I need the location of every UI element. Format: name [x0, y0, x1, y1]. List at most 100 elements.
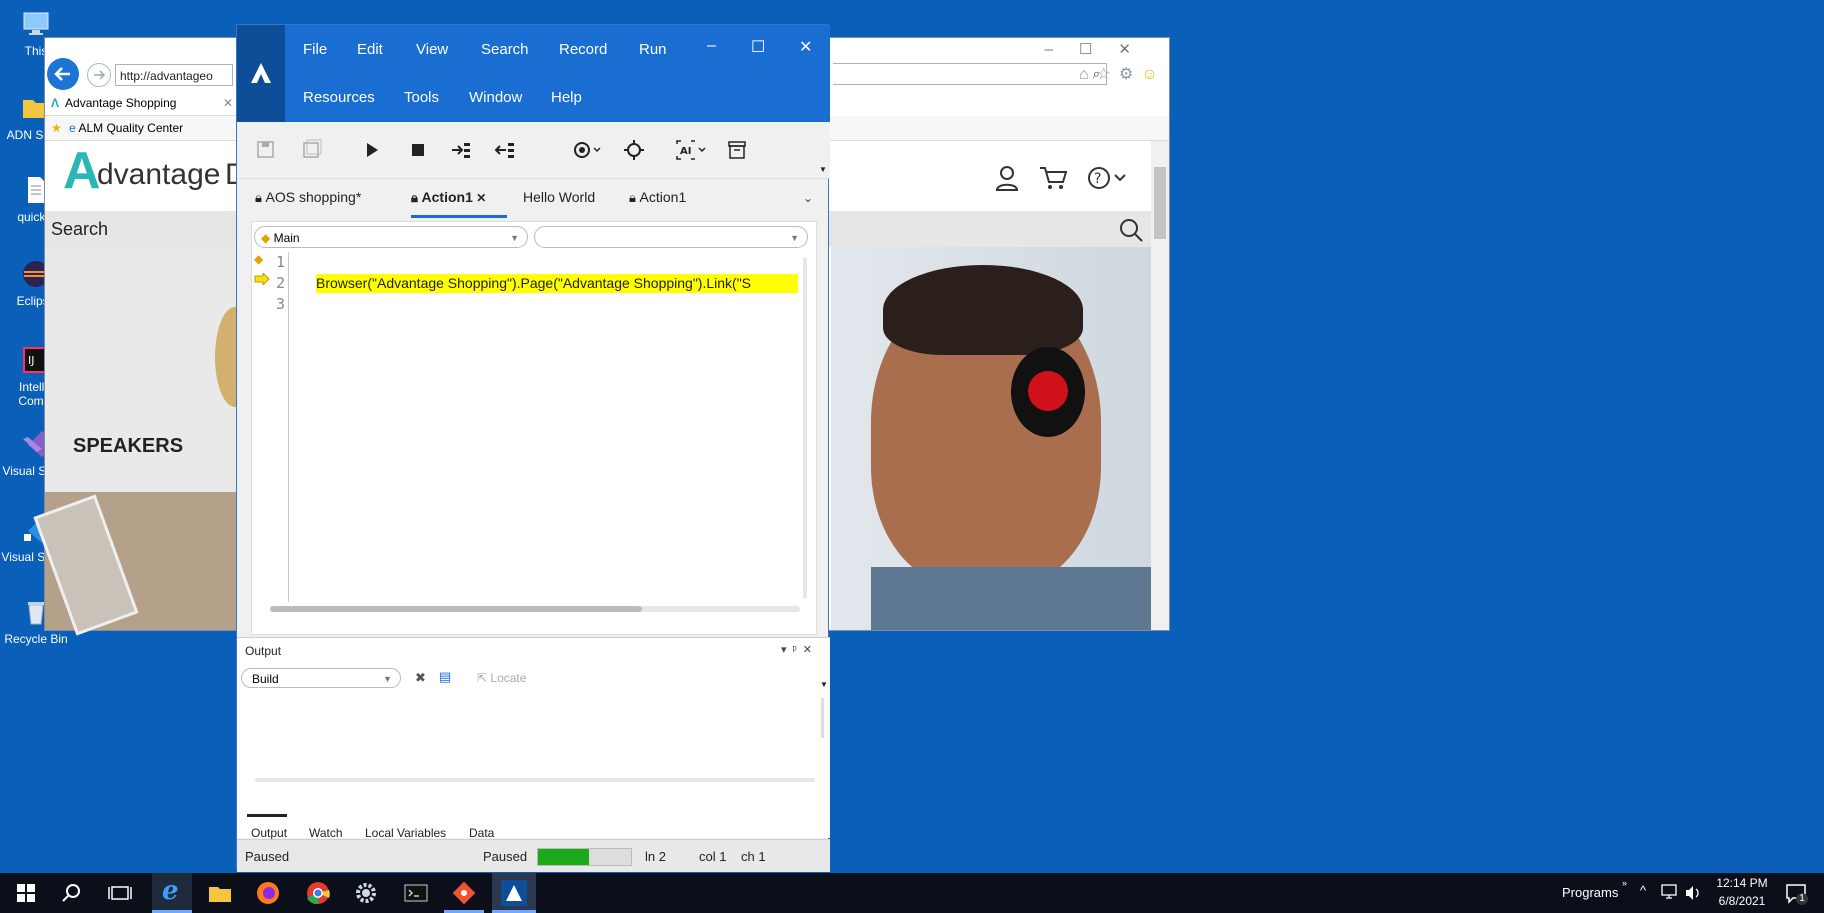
scope-dropdown[interactable]: ◆ Main ▼	[254, 226, 528, 248]
menu-edit[interactable]: Edit	[357, 41, 383, 58]
status-left: Paused	[245, 849, 290, 864]
build-select[interactable]: Build ▼	[241, 668, 401, 688]
menu-run[interactable]: Run	[639, 41, 667, 58]
close-icon[interactable]: ✕	[803, 644, 818, 656]
taskbar-git[interactable]	[444, 873, 484, 913]
record-mode-icon[interactable]	[571, 139, 605, 161]
toolbar-overflow-icon[interactable]: ▼	[819, 165, 827, 174]
chevron-expand-icon[interactable]: »	[1622, 878, 1627, 888]
tabs-overflow-icon[interactable]: ⌄	[803, 191, 813, 205]
run-icon[interactable]	[359, 139, 385, 161]
code-line-2[interactable]: Browser("Advantage Shopping").Page("Adva…	[316, 274, 798, 293]
output-hscroll[interactable]	[255, 778, 815, 782]
document-tab[interactable]: Hello World	[523, 189, 595, 205]
home-icon[interactable]: ⌂	[1079, 66, 1097, 83]
save-all-icon[interactable]	[299, 139, 325, 161]
clock-date[interactable]: 6/8/2021	[1714, 894, 1770, 908]
step-out-icon[interactable]	[493, 139, 519, 161]
editor-hscroll[interactable]	[270, 606, 800, 612]
output-tab-output[interactable]: Output	[251, 826, 287, 840]
taskbar-ie[interactable]: e	[152, 873, 192, 913]
output-tab-local-variables[interactable]: Local Variables	[365, 826, 446, 840]
git-icon	[452, 881, 476, 905]
pin-icon[interactable]: ᵖ	[793, 644, 803, 656]
menu-search[interactable]: Search	[481, 41, 529, 58]
site-logo-letter[interactable]: A	[63, 141, 101, 201]
clock-time[interactable]: 12:14 PM	[1714, 876, 1770, 890]
tab-close-icon[interactable]: ✕	[223, 91, 233, 115]
terminal-icon[interactable]	[402, 879, 430, 907]
save-icon[interactable]	[253, 139, 279, 161]
output-tab-data[interactable]: Data	[469, 826, 494, 840]
address-bar-right[interactable]: ⌕	[833, 63, 1107, 85]
document-tab[interactable]: 🔒︎ AOS shopping*	[255, 189, 361, 206]
taskbar: e Programs » ^ 12:14 PM 6/8/2021 1	[0, 873, 1824, 913]
output-window-icon[interactable]: ▤	[439, 669, 451, 685]
editor-hscroll-thumb[interactable]	[270, 606, 642, 612]
firefox-icon[interactable]	[254, 879, 282, 907]
menu-file[interactable]: File	[303, 41, 327, 58]
document-tab[interactable]: 🔒︎ Action1	[629, 189, 686, 206]
star-icon[interactable]: ☆	[1097, 66, 1119, 83]
status-ch: ch 1	[741, 849, 766, 864]
smiley-icon[interactable]: ☺	[1141, 66, 1165, 83]
ai-identification-icon[interactable]: AI	[675, 139, 709, 161]
windows-start-icon[interactable]	[12, 879, 40, 907]
step-into-icon[interactable]	[449, 139, 475, 161]
menu-tools[interactable]: Tools	[404, 89, 439, 106]
menu-window[interactable]: Window	[469, 89, 522, 106]
document-tab[interactable]: 🔒︎ Action1 ✕	[411, 189, 486, 206]
close-icon[interactable]: ✕	[799, 37, 812, 57]
minimize-icon[interactable]: –	[707, 37, 716, 55]
object-spy-icon[interactable]	[621, 139, 647, 161]
task-view-icon[interactable]	[106, 879, 134, 907]
cart-icon[interactable]	[1039, 165, 1067, 191]
member-dropdown[interactable]: ▼	[534, 226, 808, 248]
tablet-banner[interactable]	[33, 492, 237, 636]
menu-resources[interactable]: Resources	[303, 89, 375, 106]
clear-output-icon[interactable]: ✖	[415, 670, 426, 686]
document-tab-label: Action1	[421, 189, 473, 205]
action-center-button[interactable]: 1	[1784, 881, 1808, 905]
browser-tab[interactable]: Λ Advantage Shopping ✕	[45, 91, 237, 116]
browser-scrollbar-thumb[interactable]	[1154, 167, 1166, 239]
speakers-banner[interactable]: SPEAKERS	[45, 247, 255, 492]
address-bar[interactable]: http://advantageo	[115, 64, 233, 86]
back-button[interactable]	[47, 58, 79, 90]
stop-icon[interactable]	[405, 139, 431, 161]
tab-close-icon[interactable]: ✕	[473, 191, 486, 205]
editor-vscroll[interactable]	[803, 258, 807, 598]
file-explorer-icon[interactable]	[206, 879, 234, 907]
taskbar-uft[interactable]	[492, 873, 536, 913]
chevron-up-icon[interactable]: ^	[1640, 883, 1646, 898]
output-vscroll[interactable]	[821, 698, 824, 738]
gear-icon[interactable]: ⚙	[1119, 66, 1141, 83]
archive-icon[interactable]	[724, 139, 750, 161]
user-icon[interactable]	[995, 165, 1019, 191]
output-overflow-icon[interactable]: ▼	[820, 680, 828, 689]
chrome-icon[interactable]	[304, 879, 332, 907]
programs-toolbar[interactable]: Programs	[1562, 885, 1618, 900]
menu-help[interactable]: Help	[551, 89, 582, 106]
minimize-icon[interactable]: –	[1045, 41, 1079, 58]
maximize-icon[interactable]: ☐	[1079, 41, 1118, 58]
settings-gear-icon[interactable]	[352, 879, 380, 907]
output-tab-watch[interactable]: Watch	[309, 826, 343, 840]
code-editor[interactable]: ◆ Main ▼ ▼ ◆ 1 2 3 Browser("Advantage Sh…	[251, 221, 817, 635]
favorites-star-icon[interactable]: ★	[51, 121, 62, 135]
site-logo-text[interactable]: dvantage	[97, 158, 220, 192]
close-icon[interactable]: ✕	[1118, 41, 1157, 58]
locate-button[interactable]: ⇱ Locate	[477, 671, 526, 685]
menu-view[interactable]: View	[416, 41, 448, 58]
volume-icon[interactable]	[1684, 884, 1702, 902]
maximize-icon[interactable]: ☐	[751, 37, 765, 57]
favorite-link[interactable]: ALM Quality Center	[78, 121, 183, 135]
dropdown-icon[interactable]: ▾	[781, 644, 793, 656]
network-icon[interactable]	[1660, 883, 1680, 901]
help-icon[interactable]: ?	[1087, 166, 1127, 190]
browser-scrollbar[interactable]	[1151, 141, 1169, 630]
forward-button[interactable]	[87, 63, 111, 87]
search-icon[interactable]	[58, 879, 86, 907]
menu-record[interactable]: Record	[559, 41, 607, 58]
site-search-icon[interactable]	[1118, 217, 1144, 243]
